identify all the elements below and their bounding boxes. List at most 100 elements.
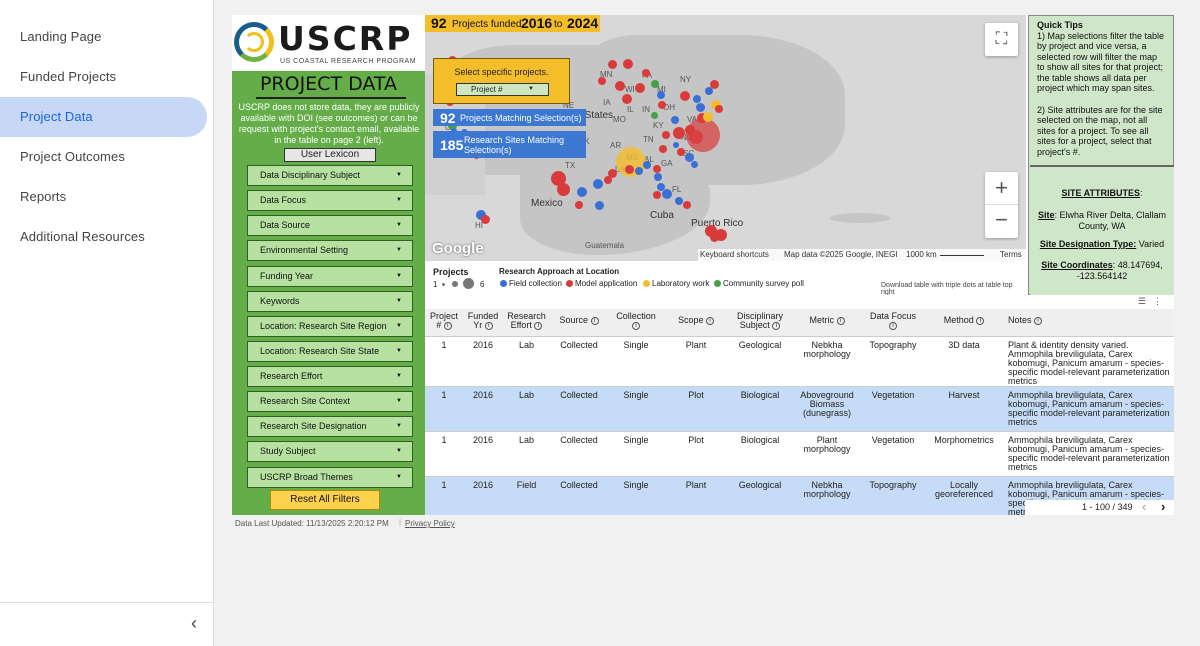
map-site-marker[interactable] xyxy=(662,189,672,199)
map-site-marker-large[interactable] xyxy=(686,118,720,152)
map-site-marker[interactable] xyxy=(675,197,683,205)
column-header-notes[interactable]: Notes i xyxy=(1004,309,1174,337)
user-lexicon-button[interactable]: User Lexicon xyxy=(284,148,376,162)
column-header-source[interactable]: Source i xyxy=(550,309,608,337)
more-vert-icon[interactable]: ⋮ xyxy=(1153,296,1162,307)
filter-research-site-region[interactable]: Location: Research Site Region ▼ xyxy=(247,316,413,337)
map-site-marker[interactable] xyxy=(703,112,713,122)
nav-item-project-data[interactable]: Project Data xyxy=(0,97,207,137)
zoom-in-button[interactable]: + xyxy=(985,172,1018,205)
column-header-research-effort[interactable]: Research Effort i xyxy=(503,309,550,337)
filter-research-site-context[interactable]: Research Site Context ▼ xyxy=(247,391,413,412)
table-row[interactable]: 1 2016 Lab Collected Single Plot Biologi… xyxy=(425,386,1174,432)
project-number-dropdown[interactable]: Project # ▼ xyxy=(456,83,549,96)
filter-research-site-designation[interactable]: Research Site Designation ▼ xyxy=(247,416,413,437)
filter-research-site-state[interactable]: Location: Research Site State ▼ xyxy=(247,341,413,362)
cell-research-effort: Lab xyxy=(503,386,550,432)
map-site-marker[interactable] xyxy=(481,215,490,224)
map-site-marker[interactable] xyxy=(671,116,679,124)
zoom-out-button[interactable]: − xyxy=(985,205,1018,237)
column-header-project[interactable]: Project # i xyxy=(425,309,463,337)
map-site-marker[interactable] xyxy=(635,83,645,93)
column-header-disciplinary-subject[interactable]: Disciplinary Subject i xyxy=(728,309,792,337)
map-site-marker[interactable] xyxy=(673,127,685,139)
filter-uscrp-broad-themes[interactable]: USCRP Broad Themes ▼ xyxy=(247,467,413,488)
map-site-marker[interactable] xyxy=(608,60,617,69)
map-site-marker[interactable] xyxy=(691,161,698,168)
nav-item-project-outcomes[interactable]: Project Outcomes xyxy=(0,137,207,177)
map-site-marker[interactable] xyxy=(635,167,643,175)
map-site-marker[interactable] xyxy=(677,148,685,156)
map-site-marker[interactable] xyxy=(653,165,661,173)
filter-environmental-setting[interactable]: Environmental Setting ▼ xyxy=(247,240,413,261)
filter-keywords[interactable]: Keywords ▼ xyxy=(247,291,413,312)
map-site-marker[interactable] xyxy=(673,142,679,148)
map-site-marker[interactable] xyxy=(696,103,705,112)
reset-all-filters-button[interactable]: Reset All Filters xyxy=(270,490,380,510)
cell-data-focus: Vegetation xyxy=(862,431,924,477)
map-site-marker[interactable] xyxy=(653,191,661,199)
nav-item-funded-projects[interactable]: Funded Projects xyxy=(0,57,207,97)
column-header-funded-yr[interactable]: Funded Yr i xyxy=(463,309,503,337)
legend-size-min: 1 xyxy=(433,280,438,289)
map-site-marker[interactable] xyxy=(662,131,670,139)
map-site-marker[interactable] xyxy=(615,81,625,91)
column-header-method[interactable]: Method i xyxy=(924,309,1004,337)
column-header-scope[interactable]: Scope i xyxy=(664,309,728,337)
map-site-marker[interactable] xyxy=(622,94,632,104)
keyboard-shortcuts-link[interactable]: Keyboard shortcuts xyxy=(700,249,769,261)
map-site-marker[interactable] xyxy=(657,91,665,99)
filter-label: Keywords xyxy=(260,296,300,306)
map-site-marker[interactable] xyxy=(575,201,583,209)
map-site-marker[interactable] xyxy=(680,91,690,101)
filter-study-subject[interactable]: Study Subject ▼ xyxy=(247,441,413,462)
filter-data-focus[interactable]: Data Focus ▼ xyxy=(247,190,413,211)
map-terms-link[interactable]: Terms xyxy=(1000,249,1022,261)
map-site-marker[interactable] xyxy=(651,80,659,88)
map-label-wi: WI xyxy=(625,85,635,94)
column-header-metric[interactable]: Metric i xyxy=(792,309,862,337)
map-site-marker[interactable] xyxy=(710,233,719,242)
land-cuba xyxy=(830,213,890,223)
chevron-left-icon[interactable]: ‹ xyxy=(1142,499,1146,514)
column-header-data-focus[interactable]: Data Focus i xyxy=(862,309,924,337)
dropdown-arrow-icon: ▼ xyxy=(396,348,402,354)
filter-data-disciplinary-subject[interactable]: Data Disciplinary Subject ▼ xyxy=(247,165,413,186)
nav-item-additional-resources[interactable]: Additional Resources xyxy=(0,217,207,257)
map-site-marker[interactable] xyxy=(593,179,603,189)
map-site-marker[interactable] xyxy=(651,112,658,119)
map-site-marker[interactable] xyxy=(715,105,723,113)
map-site-marker[interactable] xyxy=(643,161,651,169)
column-header-collection[interactable]: Collection i xyxy=(608,309,664,337)
table-row[interactable]: 1 2016 Lab Collected Single Plant Geolog… xyxy=(425,336,1174,387)
map-site-marker[interactable] xyxy=(577,187,587,197)
map-site-marker[interactable] xyxy=(625,165,634,174)
nav-item-landing-page[interactable]: Landing Page xyxy=(0,17,207,57)
privacy-policy-link[interactable]: Privacy Policy xyxy=(405,519,455,528)
chevron-right-icon[interactable]: › xyxy=(1161,499,1165,514)
nav-item-reports[interactable]: Reports xyxy=(0,177,207,217)
table-row[interactable]: 1 2016 Lab Collected Single Plot Biologi… xyxy=(425,431,1174,477)
site-attributes-panel: SITE ATTRIBUTES: Site: Elwha River Delta… xyxy=(1030,165,1174,295)
fullscreen-icon[interactable]: ⛶ xyxy=(985,23,1018,56)
filter-research-effort[interactable]: Research Effort ▼ xyxy=(247,366,413,387)
map-site-marker[interactable] xyxy=(654,173,662,181)
map-site-marker[interactable] xyxy=(623,59,633,69)
map-site-marker[interactable] xyxy=(659,145,667,153)
map-site-marker[interactable] xyxy=(551,171,566,186)
map-site-marker[interactable] xyxy=(658,101,666,109)
map-site-marker[interactable] xyxy=(705,87,713,95)
map-site-marker[interactable] xyxy=(595,201,604,210)
download-note: Download table with triple dots at table… xyxy=(881,282,1013,296)
filter-funding-year[interactable]: Funding Year ▼ xyxy=(247,266,413,287)
map-site-marker[interactable] xyxy=(683,201,691,209)
filter-data-source[interactable]: Data Source ▼ xyxy=(247,215,413,236)
chevron-left-icon[interactable]: ‹ xyxy=(191,613,197,634)
filter-label: Funding Year xyxy=(260,271,314,281)
map-site-marker[interactable] xyxy=(693,95,701,103)
filter-icon[interactable]: ☰ xyxy=(1138,296,1146,307)
map-site-marker[interactable] xyxy=(598,77,606,85)
table-pagination: 1 - 100 / 349 ‹ › xyxy=(1025,499,1174,515)
map-site-marker[interactable] xyxy=(642,69,650,77)
map-site-marker[interactable] xyxy=(604,176,612,184)
